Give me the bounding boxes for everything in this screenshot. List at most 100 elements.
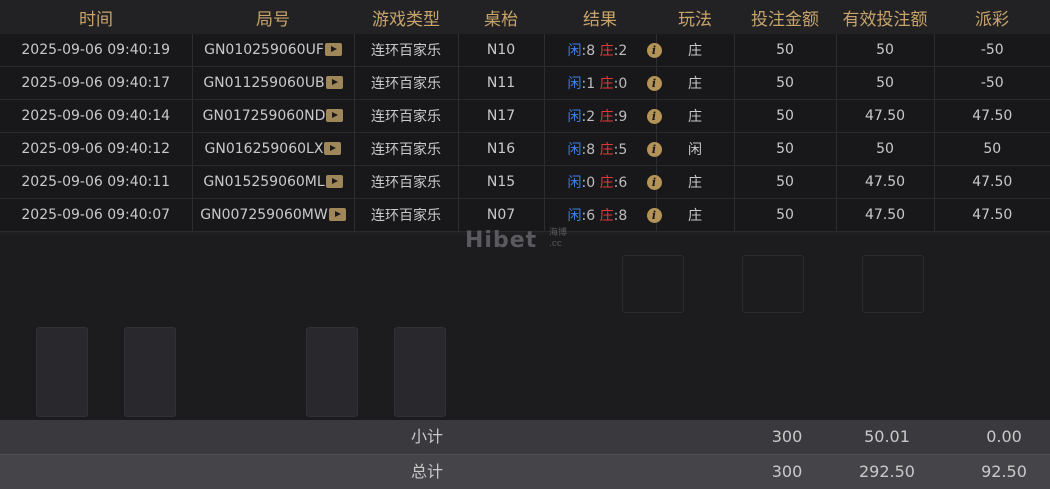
col-payout: 派彩 [934,0,1050,34]
cell-round: GN017259060ND [192,99,355,133]
cell-payout: 47.50 [934,198,1050,232]
cell-table: N10 [458,34,545,67]
cell-valid-bet: 50 [836,34,935,67]
banker-label: 庄 [599,175,614,191]
total-valid-bet: 292.50 [859,462,915,481]
col-table: 桌枱 [458,0,544,34]
total-bet: 300 [771,462,803,481]
ghost-panel [862,255,924,313]
total-label: 总计 [410,462,443,481]
player-score: 8 [586,142,596,158]
video-replay-icon[interactable] [328,207,346,221]
cell-game-type: 连环百家乐 [354,165,459,199]
cell-round: GN011259060UB [192,66,355,100]
banker-label: 庄 [599,109,614,125]
video-replay-icon[interactable] [324,42,342,56]
video-replay-icon[interactable] [325,174,343,188]
video-replay-icon[interactable] [326,108,344,122]
cell-bet: 50 [734,34,837,67]
player-score: 0 [586,175,596,191]
player-label: 闲 [567,76,582,92]
cell-play: 闲 [656,132,735,166]
table-row: 2025-09-06 09:40:17 GN011259060UB 连环百家乐 N11… [0,66,1050,100]
cell-bet: 50 [734,198,837,232]
cell-result: 闲:0 庄:6 i [544,165,662,199]
video-replay-icon[interactable] [324,141,342,155]
player-score: 2 [586,109,596,125]
banker-score: 8 [618,208,628,224]
info-icon[interactable]: i [646,208,662,223]
watermark-sub: 海博 [549,228,568,238]
player-label: 闲 [567,208,582,224]
cell-game-type: 连环百家乐 [354,132,459,166]
cell-round: GN016259060LX [192,132,355,166]
table-body: 2025-09-06 09:40:19 GN010259060UF 连环百家乐 N10… [0,34,1050,232]
cell-time: 2025-09-06 09:40:19 [0,34,193,67]
cell-table: N16 [458,132,545,166]
cell-game-type: 连环百家乐 [354,198,459,232]
cell-payout: -50 [934,34,1050,67]
col-time: 时间 [0,0,192,34]
cell-result: 闲:1 庄:0 i [544,66,662,100]
cell-time: 2025-09-06 09:40:14 [0,99,193,133]
cell-valid-bet: 47.50 [836,198,935,232]
bet-history-table: 时间 局号 游戏类型 桌枱 结果 玩法 投注金额 有效投注额 派彩 2025-0… [0,0,1050,232]
player-score: 6 [586,208,596,224]
cell-payout: -50 [934,66,1050,100]
table-row: 2025-09-06 09:40:11 GN015259060ML 连环百家乐 N15… [0,165,1050,199]
cell-table: N11 [458,66,545,100]
cell-result: 闲:8 庄:5 i [544,132,662,166]
info-icon[interactable]: i [646,109,662,124]
cell-bet: 50 [734,132,837,166]
cell-valid-bet: 47.50 [836,99,935,133]
cell-table: N07 [458,198,545,232]
banker-label: 庄 [599,208,614,224]
cell-bet: 50 [734,66,837,100]
ghost-panel [742,255,804,313]
banker-label: 庄 [599,76,614,92]
info-icon[interactable]: i [646,142,662,157]
watermark-text: Hibet [465,228,538,253]
subtotal-row: 小计 300 50.01 0.00 [0,420,1050,454]
info-icon[interactable]: i [646,175,662,190]
banker-score: 2 [618,43,628,59]
cell-round: GN015259060ML [192,165,355,199]
cell-valid-bet: 50 [836,132,935,166]
cell-valid-bet: 50 [836,66,935,100]
player-score: 1 [586,76,596,92]
watermark-domain: .cc [549,239,562,249]
round-id: GN016259060LX [204,141,324,157]
cell-time: 2025-09-06 09:40:07 [0,198,193,232]
ghost-card [124,327,176,417]
cell-play: 庄 [656,34,735,67]
table-row: 2025-09-06 09:40:12 GN016259060LX 连环百家乐 N16… [0,132,1050,166]
info-icon[interactable]: i [646,43,662,58]
col-game-type: 游戏类型 [354,0,458,34]
table-row: 2025-09-06 09:40:07 GN007259060MW 连环百家乐 N07… [0,198,1050,232]
cell-round: GN007259060MW [192,198,355,232]
table-row: 2025-09-06 09:40:14 GN017259060ND 连环百家乐 N17… [0,99,1050,133]
banker-label: 庄 [599,142,614,158]
col-round: 局号 [192,0,354,34]
video-replay-icon[interactable] [325,75,343,89]
cell-play: 庄 [656,198,735,232]
subtotal-bet: 300 [771,427,803,446]
player-label: 闲 [567,109,582,125]
round-id: GN007259060MW [200,207,328,223]
cell-time: 2025-09-06 09:40:17 [0,66,193,100]
info-icon[interactable]: i [646,76,662,91]
cell-game-type: 连环百家乐 [354,66,459,100]
round-id: GN010259060UF [204,42,324,58]
player-score: 8 [586,43,596,59]
cell-play: 庄 [656,99,735,133]
cell-game-type: 连环百家乐 [354,99,459,133]
total-row: 总计 300 292.50 92.50 [0,454,1050,489]
cell-time: 2025-09-06 09:40:11 [0,165,193,199]
cell-table: N15 [458,165,545,199]
cell-result: 闲:8 庄:2 i [544,34,662,67]
round-id: GN017259060ND [202,108,326,124]
cell-bet: 50 [734,99,837,133]
cell-result: 闲:2 庄:9 i [544,99,662,133]
banker-label: 庄 [599,43,614,59]
background-game-area [0,235,1050,420]
